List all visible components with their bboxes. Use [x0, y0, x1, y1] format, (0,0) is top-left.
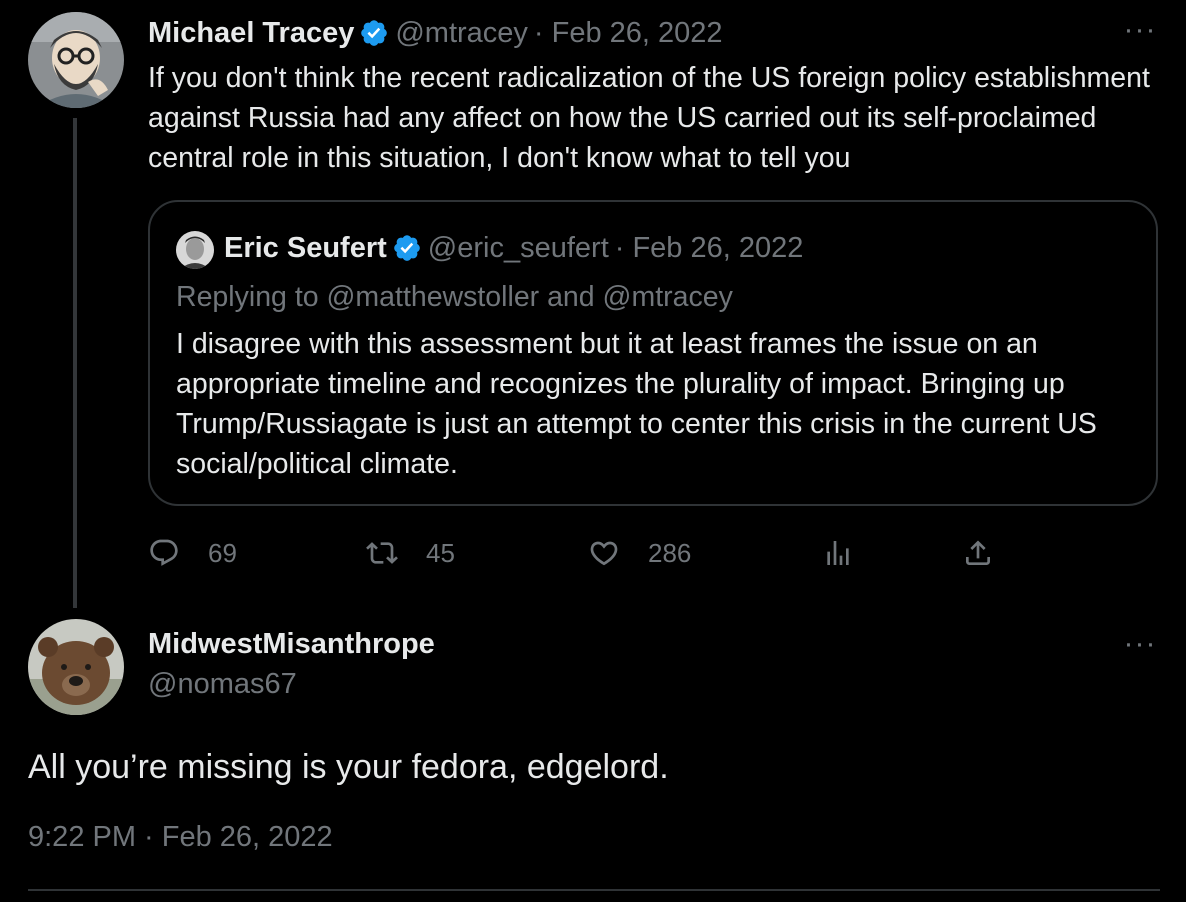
- author-name[interactable]: MidwestMisanthrope: [148, 626, 435, 662]
- quoted-tweet-date: · Feb 26, 2022: [614, 232, 804, 264]
- author-name[interactable]: Michael Tracey: [148, 15, 354, 51]
- analytics-icon: [822, 537, 854, 569]
- avatar-michael-tracey[interactable]: [28, 12, 124, 108]
- more-options-icon[interactable]: ···: [1120, 629, 1160, 659]
- avatar-midwest-misanthrope[interactable]: [28, 619, 124, 715]
- avatar-eric-seufert: [176, 231, 214, 269]
- author-handle[interactable]: @nomas67: [148, 666, 297, 702]
- replying-to-text: Replying to @matthewstoller and @mtracey: [176, 281, 733, 313]
- quoted-author-name: Eric Seufert: [224, 232, 387, 264]
- divider: [28, 889, 1160, 891]
- reply-button[interactable]: 69: [148, 530, 237, 576]
- reply-icon: [148, 537, 180, 569]
- views-button[interactable]: [822, 530, 854, 576]
- heart-icon: [588, 537, 620, 569]
- author-handle[interactable]: @mtracey: [395, 15, 528, 51]
- retweet-count: 45: [426, 537, 455, 568]
- retweet-button[interactable]: 45: [366, 530, 455, 576]
- quoted-author-handle: @eric_seufert: [427, 232, 609, 264]
- share-button[interactable]: [962, 530, 994, 576]
- verified-badge-icon: [392, 233, 422, 263]
- tweet-text: If you don't think the recent radicaliza…: [148, 62, 1150, 174]
- tweet-action-bar: 69 45 286: [148, 530, 1028, 576]
- more-options-icon[interactable]: ···: [1120, 15, 1160, 45]
- quoted-tweet-text: I disagree with this assessment but it a…: [176, 328, 1097, 480]
- verified-badge-icon: [359, 18, 389, 48]
- share-icon: [962, 537, 994, 569]
- tweet-date[interactable]: · Feb 26, 2022: [534, 15, 723, 51]
- like-button[interactable]: 286: [588, 530, 691, 576]
- tweet-header: Michael Tracey @mtracey · Feb 26, 2022: [148, 15, 723, 51]
- reply-count: 69: [208, 537, 237, 568]
- quoted-tweet-card[interactable]: Eric Seufert @eric_seufert · Feb 26, 202…: [148, 200, 1158, 506]
- retweet-icon: [366, 537, 398, 569]
- tweet-text: All you’re missing is your fedora, edgel…: [28, 748, 669, 786]
- tweet-timestamp[interactable]: 9:22 PM · Feb 26, 2022: [28, 819, 333, 855]
- like-count: 286: [648, 537, 692, 568]
- thread-connector-line: [73, 118, 77, 608]
- quoted-tweet-header: Eric Seufert @eric_seufert · Feb 26, 202…: [224, 230, 803, 266]
